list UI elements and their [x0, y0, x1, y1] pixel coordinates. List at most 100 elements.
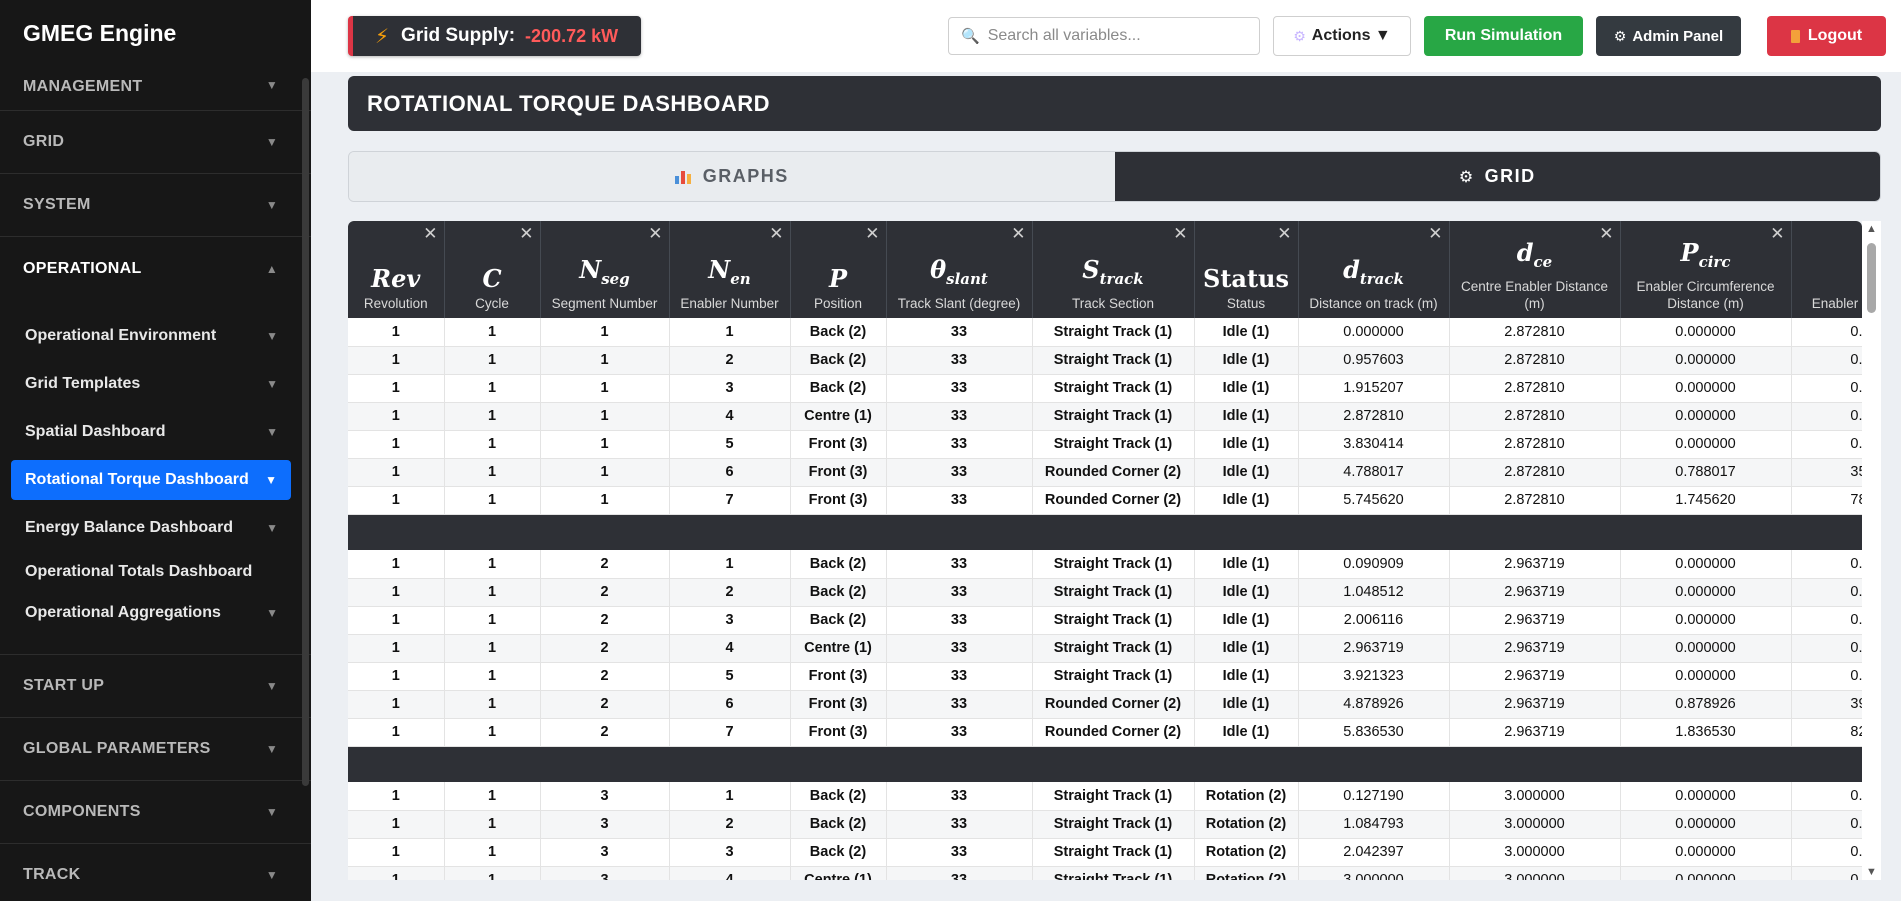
- sidebar-section-operational[interactable]: OPERATIONAL ▲: [0, 237, 311, 300]
- table-cell[interactable]: 1: [444, 430, 541, 459]
- table-cell[interactable]: 1: [348, 662, 445, 691]
- table-cell[interactable]: Straight Track (1): [1032, 402, 1195, 431]
- table-cell[interactable]: Rounded Corner (2): [1032, 690, 1195, 719]
- table-cell[interactable]: Idle (1): [1194, 458, 1299, 487]
- close-icon[interactable]: ✕: [1428, 224, 1442, 244]
- sidebar-section-grid[interactable]: GRID ▼: [0, 111, 311, 174]
- table-cell[interactable]: 2.963719: [1449, 690, 1621, 719]
- table-cell[interactable]: 0.000000: [1620, 374, 1792, 403]
- table-cell[interactable]: 2: [540, 662, 670, 691]
- table-cell[interactable]: 2.963719: [1449, 634, 1621, 663]
- table-cell[interactable]: Rotation (2): [1194, 810, 1299, 839]
- table-cell[interactable]: 3: [540, 782, 670, 811]
- table-cell[interactable]: 0.0: [1791, 578, 1862, 607]
- table-cell[interactable]: 4.788017: [1298, 458, 1450, 487]
- close-icon[interactable]: ✕: [1599, 224, 1613, 244]
- sidebar-item-rotational-torque-dashboard[interactable]: Rotational Torque Dashboard ▼: [11, 460, 291, 500]
- table-cell[interactable]: 0.000000: [1620, 430, 1792, 459]
- table-cell[interactable]: Rotation (2): [1194, 866, 1299, 880]
- table-row[interactable]: 1 1 1 3 Back (2) 33 Straight Track (1) Idle (1)…: [348, 374, 1862, 403]
- table-cell[interactable]: 33: [886, 346, 1033, 375]
- table-cell[interactable]: Rotation (2): [1194, 838, 1299, 867]
- table-cell[interactable]: Idle (1): [1194, 578, 1299, 607]
- scrollbar-thumb[interactable]: [1867, 243, 1876, 313]
- table-cell[interactable]: 0.000000: [1620, 346, 1792, 375]
- table-row[interactable]: 1 1 2 7 Front (3) 33 Rounded Corner (2) Idle (1…: [348, 718, 1862, 747]
- table-cell[interactable]: 1: [540, 430, 670, 459]
- close-icon[interactable]: ✕: [865, 224, 879, 244]
- sidebar-scrollbar[interactable]: [302, 78, 309, 786]
- table-cell[interactable]: 0.000000: [1620, 866, 1792, 880]
- table-cell[interactable]: 1.048512: [1298, 578, 1450, 607]
- column-header[interactable]: ✕ Pcirc Enabler Circumference Distance (m): [1620, 221, 1792, 318]
- table-cell[interactable]: 3.830414: [1298, 430, 1450, 459]
- table-cell[interactable]: 0.000000: [1620, 634, 1792, 663]
- scroll-up-icon[interactable]: ▲: [1866, 223, 1877, 235]
- table-cell[interactable]: Straight Track (1): [1032, 578, 1195, 607]
- sidebar-section-start-up[interactable]: START UP ▼: [0, 655, 311, 718]
- table-cell[interactable]: 1: [444, 810, 541, 839]
- column-header[interactable]: ✕ θslant Track Slant (degree): [886, 221, 1033, 318]
- table-row[interactable]: 1 1 1 5 Front (3) 33 Straight Track (1) Idle (1…: [348, 430, 1862, 459]
- table-cell[interactable]: 3.000000: [1449, 866, 1621, 880]
- table-cell[interactable]: 1: [348, 458, 445, 487]
- table-cell[interactable]: 2: [540, 606, 670, 635]
- table-cell[interactable]: 6: [669, 458, 791, 487]
- table-cell[interactable]: Idle (1): [1194, 606, 1299, 635]
- table-row[interactable]: 1 1 2 2 Back (2) 33 Straight Track (1) Idle (1)…: [348, 578, 1862, 607]
- table-row[interactable]: 1 1 3 3 Back (2) 33 Straight Track (1) Rotation…: [348, 838, 1862, 867]
- table-cell[interactable]: 1: [348, 810, 445, 839]
- table-cell[interactable]: 33: [886, 550, 1033, 579]
- table-cell[interactable]: 1: [540, 402, 670, 431]
- table-cell[interactable]: 1.745620: [1620, 486, 1792, 515]
- table-cell[interactable]: 1: [444, 402, 541, 431]
- table-cell[interactable]: 2: [540, 550, 670, 579]
- table-cell[interactable]: 0.000000: [1620, 402, 1792, 431]
- table-cell[interactable]: Front (3): [790, 690, 887, 719]
- table-cell[interactable]: Back (2): [790, 550, 887, 579]
- table-cell[interactable]: Idle (1): [1194, 550, 1299, 579]
- table-cell[interactable]: Front (3): [790, 430, 887, 459]
- table-cell[interactable]: 2: [540, 634, 670, 663]
- table-cell[interactable]: 1: [444, 838, 541, 867]
- table-cell[interactable]: 6: [669, 690, 791, 719]
- table-cell[interactable]: Straight Track (1): [1032, 550, 1195, 579]
- sidebar-section-track[interactable]: TRACK ▼: [0, 844, 311, 901]
- column-header[interactable]: ✕ C Cycle: [444, 221, 541, 318]
- table-cell[interactable]: 0.000000: [1620, 318, 1792, 347]
- table-cell[interactable]: 1.084793: [1298, 810, 1450, 839]
- actions-button[interactable]: ⚙ Actions ▼: [1273, 16, 1411, 56]
- column-header[interactable]: ✕Enabler C Angle: [1791, 221, 1862, 318]
- table-cell[interactable]: 33: [886, 782, 1033, 811]
- table-cell[interactable]: 0.0: [1791, 346, 1862, 375]
- table-cell[interactable]: 3: [540, 866, 670, 880]
- table-cell[interactable]: 3.921323: [1298, 662, 1450, 691]
- column-header[interactable]: ✕ dtrack Distance on track (m): [1298, 221, 1450, 318]
- table-row[interactable]: 1 1 1 7 Front (3) 33 Rounded Corner (2) Idle (1…: [348, 486, 1862, 515]
- column-header[interactable]: ✕ Status Status: [1194, 221, 1299, 318]
- table-cell[interactable]: 78.: [1791, 486, 1862, 515]
- table-cell[interactable]: Straight Track (1): [1032, 838, 1195, 867]
- table-cell[interactable]: 1: [348, 486, 445, 515]
- table-cell[interactable]: Back (2): [790, 606, 887, 635]
- table-cell[interactable]: 2.872810: [1449, 318, 1621, 347]
- table-cell[interactable]: Straight Track (1): [1032, 374, 1195, 403]
- table-row[interactable]: 1 1 1 1 Back (2) 33 Straight Track (1) Idle (1)…: [348, 318, 1862, 347]
- table-cell[interactable]: Idle (1): [1194, 402, 1299, 431]
- scroll-down-icon[interactable]: ▼: [1866, 866, 1877, 878]
- table-row[interactable]: 1 1 2 5 Front (3) 33 Straight Track (1) Idle (1…: [348, 662, 1862, 691]
- table-cell[interactable]: 0.788017: [1620, 458, 1792, 487]
- table-cell[interactable]: 35.: [1791, 458, 1862, 487]
- table-cell[interactable]: 2.963719: [1449, 662, 1621, 691]
- table-cell[interactable]: 1: [444, 866, 541, 880]
- table-cell[interactable]: 1: [540, 318, 670, 347]
- table-cell[interactable]: Idle (1): [1194, 374, 1299, 403]
- table-cell[interactable]: 33: [886, 866, 1033, 880]
- table-cell[interactable]: Straight Track (1): [1032, 866, 1195, 880]
- table-cell[interactable]: Front (3): [790, 486, 887, 515]
- table-cell[interactable]: 2.872810: [1449, 346, 1621, 375]
- table-cell[interactable]: 3.000000: [1449, 838, 1621, 867]
- table-row[interactable]: 1 1 3 4 Centre (1) 33 Straight Track (1) Rotati…: [348, 866, 1862, 880]
- table-cell[interactable]: 5: [669, 662, 791, 691]
- table-cell[interactable]: Idle (1): [1194, 430, 1299, 459]
